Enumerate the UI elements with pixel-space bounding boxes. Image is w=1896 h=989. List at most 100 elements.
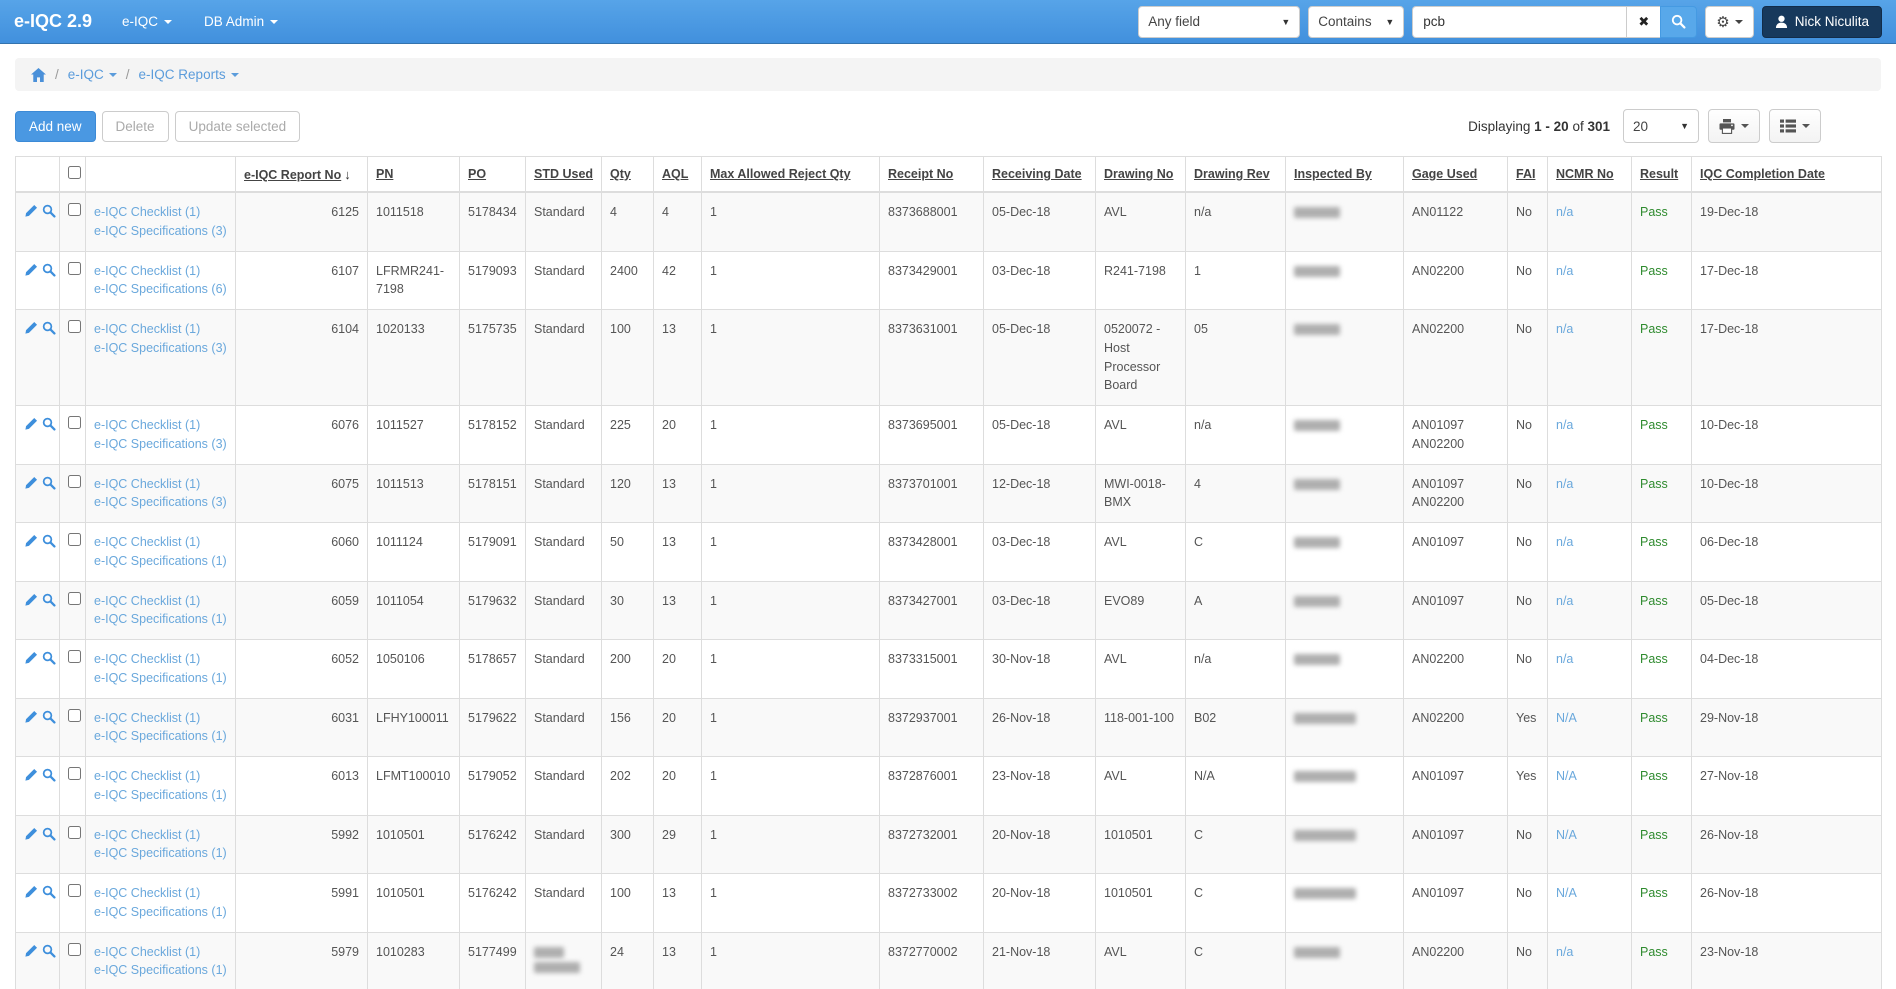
clear-search-button[interactable]: ✖ [1626,6,1660,38]
view-magnifier-icon[interactable] [42,827,56,847]
edit-pencil-icon[interactable] [24,710,38,730]
edit-pencil-icon[interactable] [24,593,38,613]
select-all-checkbox[interactable] [68,166,81,179]
app-brand[interactable]: e-IQC 2.9 [14,11,92,32]
edit-pencil-icon[interactable] [24,321,38,341]
ncmr-link[interactable]: n/a [1556,205,1573,219]
checklist-link[interactable]: e-IQC Checklist (1) [94,652,200,666]
search-input[interactable] [1412,6,1626,38]
view-magnifier-icon[interactable] [42,321,56,341]
specifications-link[interactable]: e-IQC Specifications (1) [94,788,227,802]
breadcrumb-item-eiqc-reports[interactable]: e-IQC Reports [139,67,239,82]
checklist-link[interactable]: e-IQC Checklist (1) [94,418,200,432]
column-header[interactable]: e-IQC Report No↓ [236,157,368,193]
ncmr-link[interactable]: N/A [1556,711,1577,725]
search-operator-select[interactable]: Contains ▼ [1308,6,1404,38]
row-checkbox[interactable] [68,262,81,275]
view-magnifier-icon[interactable] [42,476,56,496]
column-header[interactable]: Inspected By [1286,157,1404,193]
view-magnifier-icon[interactable] [42,768,56,788]
specifications-link[interactable]: e-IQC Specifications (3) [94,437,227,451]
breadcrumb-item-eiqc[interactable]: e-IQC [68,67,117,82]
column-header[interactable]: Max Allowed Reject Qty [702,157,880,193]
row-checkbox[interactable] [68,592,81,605]
view-magnifier-icon[interactable] [42,263,56,283]
column-header[interactable]: Drawing Rev [1186,157,1286,193]
edit-pencil-icon[interactable] [24,204,38,224]
checklist-link[interactable]: e-IQC Checklist (1) [94,594,200,608]
checklist-link[interactable]: e-IQC Checklist (1) [94,886,200,900]
column-header[interactable]: Gage Used [1404,157,1508,193]
specifications-link[interactable]: e-IQC Specifications (6) [94,282,227,296]
row-checkbox[interactable] [68,826,81,839]
specifications-link[interactable]: e-IQC Specifications (1) [94,846,227,860]
view-magnifier-icon[interactable] [42,651,56,671]
ncmr-link[interactable]: n/a [1556,477,1573,491]
column-header[interactable]: Receiving Date [984,157,1096,193]
specifications-link[interactable]: e-IQC Specifications (1) [94,612,227,626]
ncmr-link[interactable]: N/A [1556,828,1577,842]
column-header[interactable]: Drawing No [1096,157,1186,193]
checklist-link[interactable]: e-IQC Checklist (1) [94,322,200,336]
ncmr-link[interactable]: n/a [1556,418,1573,432]
column-header[interactable]: Result [1632,157,1692,193]
specifications-link[interactable]: e-IQC Specifications (1) [94,963,227,977]
edit-pencil-icon[interactable] [24,768,38,788]
specifications-link[interactable]: e-IQC Specifications (1) [94,671,227,685]
ncmr-link[interactable]: N/A [1556,886,1577,900]
delete-button[interactable]: Delete [102,111,169,142]
row-checkbox[interactable] [68,650,81,663]
nav-menu-db-admin[interactable]: DB Admin [204,14,278,29]
row-checkbox[interactable] [68,943,81,956]
row-checkbox[interactable] [68,709,81,722]
edit-pencil-icon[interactable] [24,651,38,671]
view-magnifier-icon[interactable] [42,885,56,905]
column-header[interactable]: FAI [1508,157,1548,193]
add-new-button[interactable]: Add new [15,111,96,142]
specifications-link[interactable]: e-IQC Specifications (3) [94,341,227,355]
specifications-link[interactable]: e-IQC Specifications (1) [94,554,227,568]
checklist-link[interactable]: e-IQC Checklist (1) [94,205,200,219]
column-header[interactable]: IQC Completion Date [1692,157,1882,193]
column-header[interactable]: STD Used [526,157,602,193]
edit-pencil-icon[interactable] [24,534,38,554]
search-field-select[interactable]: Any field ▼ [1138,6,1300,38]
column-header[interactable]: AQL [654,157,702,193]
edit-pencil-icon[interactable] [24,476,38,496]
edit-pencil-icon[interactable] [24,885,38,905]
view-magnifier-icon[interactable] [42,534,56,554]
ncmr-link[interactable]: n/a [1556,594,1573,608]
specifications-link[interactable]: e-IQC Specifications (1) [94,905,227,919]
view-magnifier-icon[interactable] [42,593,56,613]
column-header[interactable]: Qty [602,157,654,193]
settings-button[interactable]: ⚙ [1705,6,1753,38]
update-selected-button[interactable]: Update selected [175,111,301,142]
search-button[interactable] [1660,6,1697,38]
row-checkbox[interactable] [68,767,81,780]
row-checkbox[interactable] [68,884,81,897]
column-header[interactable]: NCMR No [1548,157,1632,193]
checklist-link[interactable]: e-IQC Checklist (1) [94,535,200,549]
checklist-link[interactable]: e-IQC Checklist (1) [94,769,200,783]
specifications-link[interactable]: e-IQC Specifications (3) [94,495,227,509]
specifications-link[interactable]: e-IQC Specifications (1) [94,729,227,743]
ncmr-link[interactable]: n/a [1556,945,1573,959]
checklist-link[interactable]: e-IQC Checklist (1) [94,945,200,959]
checklist-link[interactable]: e-IQC Checklist (1) [94,828,200,842]
ncmr-link[interactable]: n/a [1556,322,1573,336]
row-checkbox[interactable] [68,475,81,488]
ncmr-link[interactable]: n/a [1556,535,1573,549]
print-button[interactable] [1708,109,1760,143]
ncmr-link[interactable]: N/A [1556,769,1577,783]
column-header[interactable]: Receipt No [880,157,984,193]
row-checkbox[interactable] [68,320,81,333]
edit-pencil-icon[interactable] [24,944,38,964]
breadcrumb-home-link[interactable] [31,68,46,82]
specifications-link[interactable]: e-IQC Specifications (3) [94,224,227,238]
view-magnifier-icon[interactable] [42,710,56,730]
view-magnifier-icon[interactable] [42,417,56,437]
view-magnifier-icon[interactable] [42,204,56,224]
checklist-link[interactable]: e-IQC Checklist (1) [94,477,200,491]
columns-button[interactable] [1769,109,1821,143]
edit-pencil-icon[interactable] [24,263,38,283]
